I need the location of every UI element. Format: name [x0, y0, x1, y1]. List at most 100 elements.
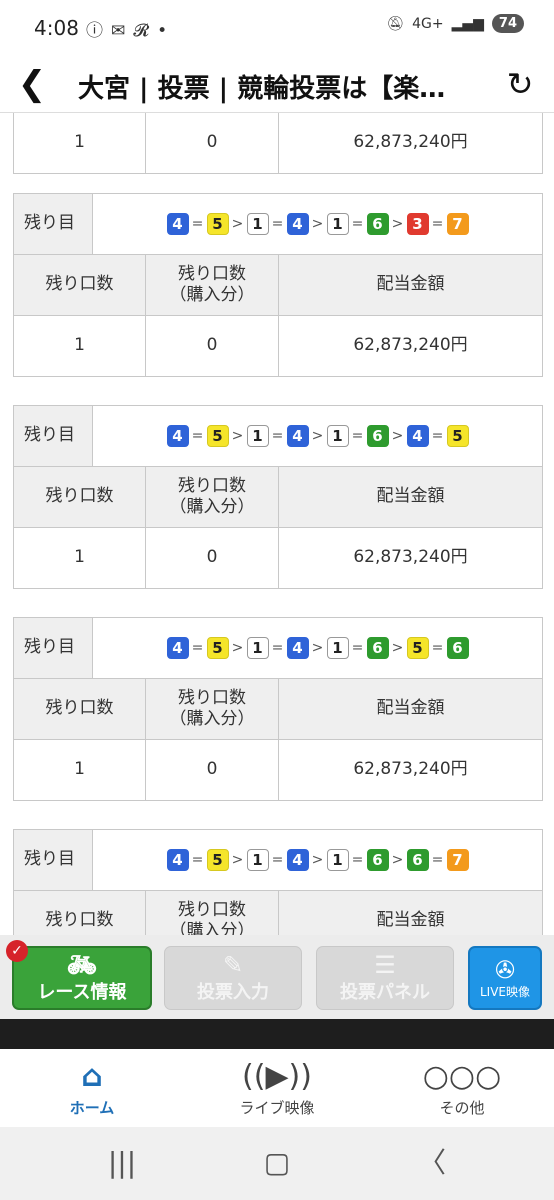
page-title: 大宮 | 投票 | 競輪投票は【楽… — [78, 74, 446, 104]
home-icon: ⌂ — [81, 1059, 103, 1094]
equals-separator: = — [271, 852, 284, 868]
bike-number-badge: 1 — [246, 425, 269, 447]
bike-number-badge: 6 — [366, 425, 389, 447]
bike-number-badge: 4 — [166, 425, 189, 447]
equals-separator: = — [351, 216, 364, 232]
bike-number-badge: 5 — [406, 637, 429, 659]
combination: 4 = 5 >1 = 4 >1 = 6 >6 = 7 — [93, 830, 542, 890]
col-purchased-header: 残り口数 （購入分） — [146, 255, 279, 315]
bike-number-badge: 1 — [246, 849, 269, 871]
bottom-tab-bar: ⌂ ホーム ((▶)) ライブ映像 ○○○ その他 — [0, 1049, 554, 1127]
bike-number-badge: 5 — [446, 425, 469, 447]
zanme-row: 残り目 4 = 5 >1 = 4 >1 = 6 >4 = 5 — [14, 406, 542, 467]
table-row: 1 0 62,873,240円 — [14, 316, 542, 376]
equals-separator: = — [191, 216, 204, 232]
back-arrow-icon[interactable]: ❮ — [12, 62, 52, 106]
header-row: 残り口数 残り口数 （購入分） 配当金額 — [14, 467, 542, 528]
col-remaining-header: 残り口数 — [14, 467, 146, 527]
remaining-count: 1 — [14, 528, 146, 588]
bike-number-badge: 1 — [246, 213, 269, 235]
signal-icon: ▂▄▆ — [451, 15, 484, 32]
payout-amount: 62,873,240円 — [353, 132, 468, 153]
greater-separator: > — [391, 640, 404, 656]
purchased-count: 0 — [146, 113, 279, 173]
system-nav-bar: ||| ▢ 〈 — [0, 1127, 554, 1200]
bike-number-badge: 5 — [206, 849, 229, 871]
vote-input-button[interactable]: ✎ 投票入力 — [164, 946, 302, 1010]
header-row: 残り口数 残り口数 （購入分） 配当金額 — [14, 891, 542, 935]
bike-number-badge: 1 — [326, 637, 349, 659]
bike-number-badge: 5 — [206, 637, 229, 659]
live-broadcast-icon: ((▶)) — [242, 1059, 312, 1094]
vote-panel-button[interactable]: ☰ 投票パネル — [316, 946, 454, 1010]
bike-number-badge: 1 — [326, 425, 349, 447]
zanme-label: 残り目 — [14, 618, 93, 678]
col-purchased-header: 残り口数 （購入分） — [146, 679, 279, 739]
col-remaining-header: 残り口数 — [14, 891, 146, 935]
greater-separator: > — [311, 640, 324, 656]
tab-home[interactable]: ⌂ ホーム — [22, 1059, 162, 1118]
header-row: 残り口数 残り口数 （購入分） 配当金額 — [14, 679, 542, 740]
result-block-partial: 1 0 62,873,240円 — [13, 113, 543, 174]
info-icon: ⓘ — [86, 21, 103, 41]
bike-number-badge: 4 — [286, 849, 309, 871]
greater-separator: > — [391, 428, 404, 444]
film-reel-icon: ✇ — [494, 955, 516, 984]
equals-separator: = — [191, 640, 204, 656]
equals-separator: = — [351, 852, 364, 868]
back-nav-icon[interactable]: 〈 — [402, 1145, 462, 1181]
home-button-icon[interactable]: ▢ — [247, 1145, 307, 1181]
edit-icon: ✎ — [222, 951, 244, 979]
equals-separator: = — [191, 428, 204, 444]
server-icon: ☰ — [374, 951, 396, 979]
payout-amount: 62,873,240円 — [353, 335, 468, 356]
equals-separator: = — [431, 640, 444, 656]
greater-separator: > — [311, 852, 324, 868]
action-button-bar: 🚲︎ レース情報 ✎ 投票入力 ☰ 投票パネル ✇ LIVE映像 — [0, 935, 554, 1019]
bike-number-badge: 6 — [366, 637, 389, 659]
col-payout-header: 配当金額 — [376, 910, 445, 931]
payout-amount: 62,873,240円 — [353, 547, 468, 568]
equals-separator: = — [271, 640, 284, 656]
equals-separator: = — [191, 852, 204, 868]
result-list[interactable]: 1 0 62,873,240円 残り目 4 = 5 >1 = 4 >1 = 6 >3 = 7 残り口数… — [0, 113, 554, 935]
table-row: 1 0 62,873,240円 — [14, 528, 542, 588]
zanme-label: 残り目 — [14, 830, 93, 890]
reload-icon[interactable]: ↻ — [500, 62, 540, 106]
live-video-button[interactable]: ✇ LIVE映像 — [468, 946, 542, 1010]
zanme-label: 残り目 — [14, 194, 93, 254]
equals-separator: = — [351, 428, 364, 444]
equals-separator: = — [271, 216, 284, 232]
payout-amount: 62,873,240円 — [353, 759, 468, 780]
bike-number-badge: 3 — [406, 213, 429, 235]
tab-other[interactable]: ○○○ その他 — [392, 1059, 532, 1118]
recent-apps-icon[interactable]: ||| — [92, 1145, 152, 1181]
bike-number-badge: 6 — [446, 637, 469, 659]
remaining-count: 1 — [14, 316, 146, 376]
result-block: 残り目 4 = 5 >1 = 4 >1 = 6 >6 = 7 残り口数 残り口数 （購入分） 配当金額 — [13, 829, 543, 935]
zanme-row: 残り目 4 = 5 >1 = 4 >1 = 6 >3 = 7 — [14, 194, 542, 255]
bike-number-badge: 1 — [326, 213, 349, 235]
header-row: 残り口数 残り口数 （購入分） 配当金額 — [14, 255, 542, 316]
bike-number-badge: 4 — [166, 213, 189, 235]
greater-separator: > — [231, 216, 244, 232]
bike-number-badge: 4 — [286, 213, 309, 235]
bike-number-badge: 7 — [446, 213, 469, 235]
bicycle-icon: 🚲︎ — [66, 951, 98, 979]
race-info-button[interactable]: 🚲︎ レース情報 — [12, 946, 152, 1010]
equals-separator: = — [431, 852, 444, 868]
col-purchased-header: 残り口数 （購入分） — [146, 467, 279, 527]
purchased-count: 0 — [146, 316, 279, 376]
bike-number-badge: 1 — [326, 849, 349, 871]
tab-live[interactable]: ((▶)) ライブ映像 — [207, 1059, 347, 1118]
app-logo-icon: 𝓡 — [133, 21, 150, 41]
mail-icon: ✉ — [111, 21, 126, 41]
network-label: 4G+ — [412, 15, 444, 32]
purchased-count: 0 — [146, 740, 279, 800]
battery-indicator: 74 — [491, 14, 524, 33]
zanme-label: 残り目 — [14, 406, 93, 466]
bike-number-badge: 5 — [206, 213, 229, 235]
status-system-icons: 🔕︎ 4G+ ▂▄▆ 74 — [386, 14, 524, 33]
greater-separator: > — [311, 216, 324, 232]
combination: 4 = 5 >1 = 4 >1 = 6 >4 = 5 — [93, 406, 542, 466]
